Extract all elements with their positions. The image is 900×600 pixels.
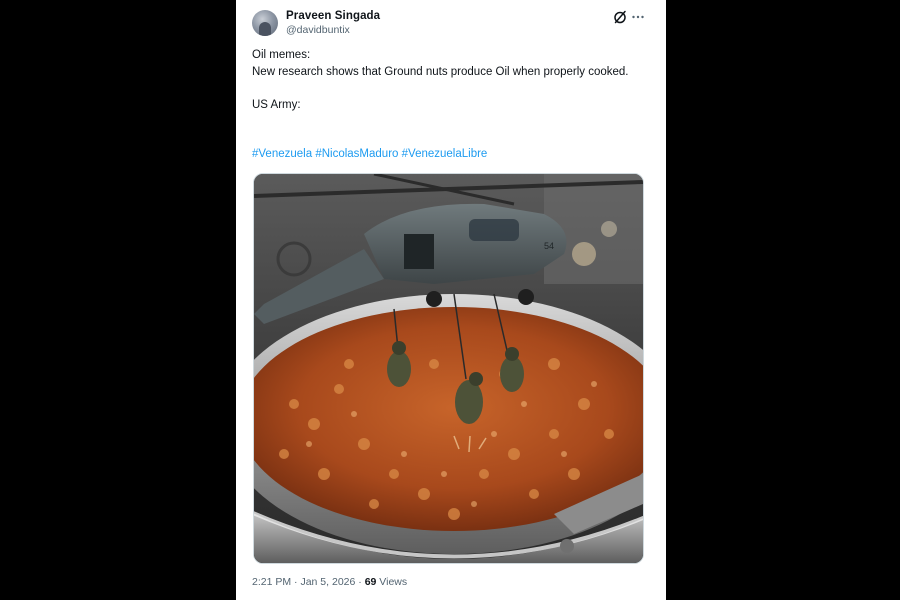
tweet-text-line: US Army: bbox=[252, 99, 301, 112]
views-count: 69 bbox=[364, 576, 377, 588]
tweet-text-line bbox=[252, 80, 647, 97]
tweet-image[interactable]: 54 bbox=[253, 173, 644, 564]
meta-separator: · bbox=[358, 576, 362, 588]
hashtag-nicolasmaduro[interactable]: #NicolasMaduro bbox=[315, 148, 398, 160]
tweet-text-line: Oil memes: bbox=[252, 49, 311, 61]
author-handle[interactable]: @davidbuntix bbox=[286, 24, 350, 36]
grok-icon[interactable] bbox=[612, 9, 628, 25]
page: Praveen Singada @davidbuntix Oil memes: … bbox=[0, 0, 900, 600]
tweet-time[interactable]: 2:21 PM bbox=[252, 576, 291, 588]
views-label: Views bbox=[379, 576, 408, 588]
svg-text:54: 54 bbox=[544, 241, 554, 251]
helicopter-pan-illustration: 54 bbox=[254, 174, 643, 563]
avatar[interactable] bbox=[252, 10, 278, 36]
tweet-text-line: New research shows that Ground nuts prod… bbox=[252, 65, 629, 78]
author-display-name[interactable]: Praveen Singada bbox=[286, 10, 380, 22]
tweet-meta: 2:21 PM · Jan 5, 2026 · 69 Views bbox=[252, 576, 407, 588]
meta-separator: · bbox=[294, 576, 298, 588]
hashtags: #Venezuela #NicolasMaduro #VenezuelaLibr… bbox=[252, 148, 487, 160]
tweet-card: Praveen Singada @davidbuntix Oil memes: … bbox=[236, 0, 666, 600]
hashtag-venezuela[interactable]: #Venezuela bbox=[252, 148, 312, 160]
more-icon[interactable] bbox=[630, 9, 646, 25]
hashtag-venezuelalibre[interactable]: #VenezuelaLibre bbox=[402, 148, 488, 160]
tweet-date[interactable]: Jan 5, 2026 bbox=[300, 576, 355, 588]
tweet-text: Oil memes: New research shows that Groun… bbox=[252, 47, 647, 114]
